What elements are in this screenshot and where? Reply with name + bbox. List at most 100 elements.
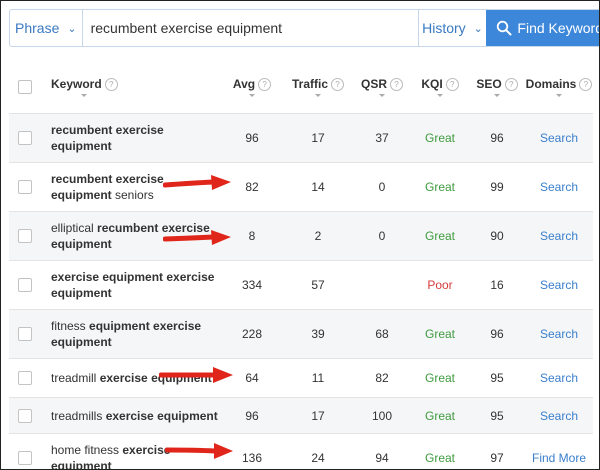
row-checkbox[interactable] — [18, 408, 32, 423]
keyword-prefix: treadmill — [51, 371, 100, 385]
table-row[interactable]: treadmills exercise equipment 96 17 100 … — [9, 397, 593, 434]
history-dropdown[interactable]: History ⌄ — [417, 10, 487, 46]
column-header-seo[interactable]: SEO? — [469, 61, 525, 114]
find-keywords-label: Find Keywords — [517, 20, 599, 36]
question-circle-icon[interactable]: ? — [390, 78, 403, 91]
keyword-search-input[interactable] — [82, 10, 418, 46]
traffic-cell: 11 — [283, 358, 353, 398]
table-row[interactable]: recumbent exercise equipment seniors 82 … — [9, 162, 593, 212]
keyword-results-table: Keyword? Avg? Traffic? QSR? KQI? SEO? Do… — [9, 61, 593, 469]
keyword-prefix: elliptical — [51, 221, 98, 235]
keyword-cell: home fitness exercise equipment — [41, 433, 221, 469]
table-header-row: Keyword? Avg? Traffic? QSR? KQI? SEO? Do… — [9, 61, 593, 114]
table-row[interactable]: elliptical recumbent exercise equipment … — [9, 211, 593, 261]
column-header-kqi[interactable]: KQI? — [411, 61, 469, 114]
row-checkbox[interactable] — [18, 229, 32, 244]
domains-search-link[interactable]: Search — [540, 278, 578, 292]
domains-cell: Search — [525, 162, 593, 212]
search-icon — [497, 20, 512, 36]
qsr-cell: 0 — [353, 211, 411, 261]
table-row[interactable]: fitness equipment exercise equipment 228… — [9, 309, 593, 359]
avg-cell: 228 — [221, 309, 283, 359]
domains-cell: Search — [525, 358, 593, 398]
row-checkbox[interactable] — [18, 180, 32, 195]
keyword-cell: recumbent exercise equipment — [41, 113, 221, 163]
domains-search-link[interactable]: Search — [540, 180, 578, 194]
avg-cell: 64 — [221, 358, 283, 398]
keyword-match: exercise equipment — [99, 371, 212, 385]
domains-search-link[interactable]: Search — [540, 371, 578, 385]
keyword-prefix: fitness — [51, 319, 90, 333]
column-header-keyword[interactable]: Keyword? — [41, 61, 221, 114]
table-row[interactable]: exercise equipment exercise equipment 33… — [9, 260, 593, 310]
table-row[interactable]: recumbent exercise equipment 96 17 37 Gr… — [9, 113, 593, 163]
domains-cell: Search — [525, 113, 593, 163]
table-row[interactable]: home fitness exercise equipment 136 24 9… — [9, 433, 593, 469]
sort-caret-icon — [314, 94, 321, 97]
sort-caret-icon — [378, 94, 385, 97]
domains-cell: Find More — [525, 433, 593, 469]
row-select-cell — [9, 433, 41, 469]
keyword-prefix: treadmills — [51, 408, 106, 423]
sort-caret-icon — [81, 94, 88, 97]
search-bar: Phrase ⌄ History ⌄ Find Keywords — [9, 9, 599, 47]
domains-search-link[interactable]: Search — [540, 327, 578, 341]
find-keywords-button[interactable]: Find Keywords — [486, 10, 599, 46]
traffic-cell: 14 — [283, 162, 353, 212]
row-checkbox[interactable] — [18, 278, 32, 293]
keyword-match: recumbent exercise equipment — [51, 123, 164, 153]
domains-cell: Search — [525, 211, 593, 261]
table-row[interactable]: treadmill exercise equipment 64 11 82 Gr… — [9, 358, 593, 398]
column-header-traffic[interactable]: Traffic? — [283, 61, 353, 114]
seo-cell: 90 — [469, 211, 525, 261]
question-circle-icon[interactable]: ? — [104, 78, 118, 91]
select-all-checkbox[interactable] — [18, 80, 32, 95]
domains-search-link[interactable]: Search — [540, 131, 578, 145]
question-circle-icon[interactable]: ? — [445, 78, 459, 91]
traffic-cell: 24 — [283, 433, 353, 469]
question-circle-icon[interactable]: ? — [331, 78, 344, 91]
column-header-domains[interactable]: Domains? — [525, 61, 593, 114]
seo-cell: 95 — [469, 358, 525, 398]
column-header-avg[interactable]: Avg? — [221, 61, 283, 114]
kqi-cell: Great — [411, 162, 469, 212]
kqi-cell: Great — [411, 113, 469, 163]
question-circle-icon[interactable]: ? — [579, 78, 593, 91]
find-more-link[interactable]: Find More — [532, 451, 586, 465]
domains-search-link[interactable]: Search — [540, 409, 578, 423]
row-checkbox[interactable] — [18, 371, 32, 386]
column-label-domains: Domains — [525, 77, 577, 91]
avg-cell: 8 — [221, 211, 283, 261]
column-header-qsr[interactable]: QSR? — [353, 61, 411, 114]
row-checkbox[interactable] — [18, 451, 32, 466]
row-select-cell — [9, 397, 41, 434]
keyword-cell: fitness equipment exercise equipment — [41, 309, 221, 359]
qsr-cell — [353, 260, 411, 310]
row-checkbox[interactable] — [18, 327, 32, 342]
qsr-cell: 82 — [353, 358, 411, 398]
keyword-suffix: seniors — [111, 188, 154, 202]
phrase-mode-dropdown[interactable]: Phrase ⌄ — [10, 10, 83, 46]
kqi-cell: Great — [411, 309, 469, 359]
row-checkbox[interactable] — [18, 131, 32, 146]
domains-cell: Search — [525, 309, 593, 359]
column-label-qsr: QSR — [360, 77, 387, 91]
seo-cell: 16 — [469, 260, 525, 310]
phrase-mode-label: Phrase — [15, 20, 60, 36]
traffic-cell: 17 — [283, 397, 353, 434]
avg-cell: 82 — [221, 162, 283, 212]
column-label-kqi: KQI — [421, 77, 443, 91]
row-select-cell — [9, 113, 41, 163]
question-circle-icon[interactable]: ? — [258, 78, 272, 91]
question-circle-icon[interactable]: ? — [504, 78, 518, 91]
qsr-cell: 0 — [353, 162, 411, 212]
seo-cell: 96 — [469, 309, 525, 359]
row-select-cell — [9, 309, 41, 359]
keyword-cell: treadmills exercise equipment — [41, 397, 221, 434]
seo-cell: 95 — [469, 397, 525, 434]
sort-caret-icon — [556, 94, 562, 97]
sort-caret-icon — [437, 94, 443, 97]
column-label-keyword: Keyword — [51, 77, 102, 91]
kqi-cell: Great — [411, 211, 469, 261]
domains-search-link[interactable]: Search — [540, 229, 578, 243]
